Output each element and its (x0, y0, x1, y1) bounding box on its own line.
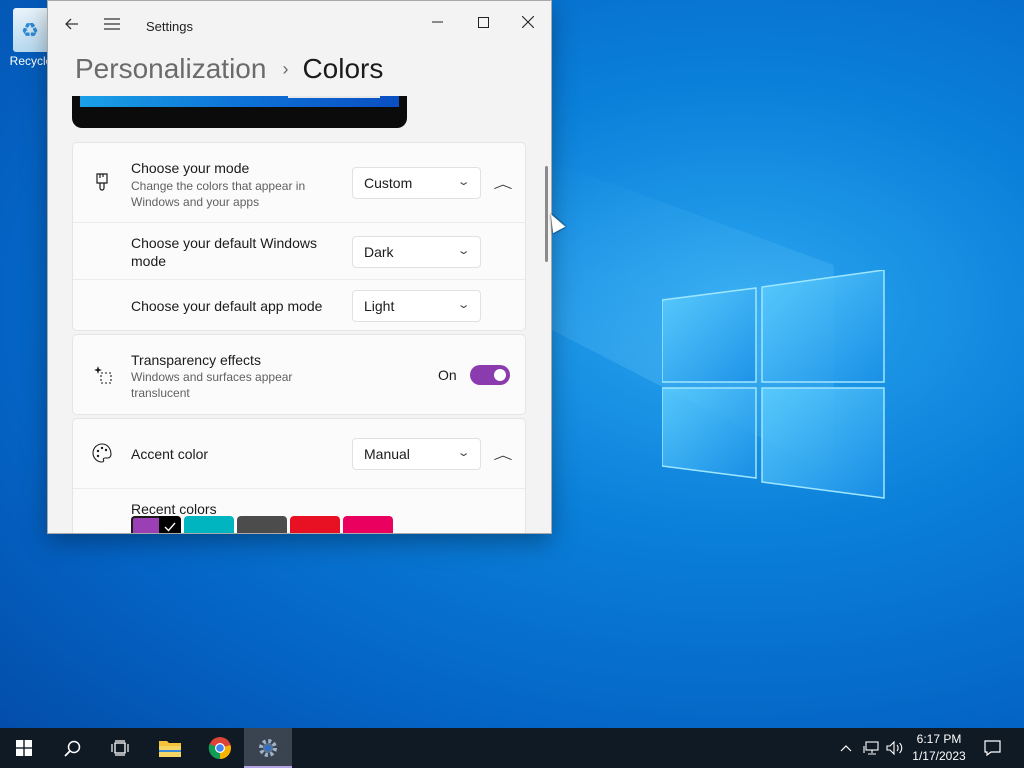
transparency-toggle[interactable] (470, 365, 510, 385)
settings-content: Choose your mode Change the colors that … (48, 96, 551, 533)
chevron-down-icon: ⌄ (456, 299, 471, 311)
clock-time: 6:17 PM (916, 732, 962, 746)
chevron-up-icon[interactable]: ︿ (484, 171, 522, 195)
recent-color-swatch[interactable] (343, 516, 393, 533)
choose-mode-row[interactable]: Choose your mode Change the colors that … (73, 143, 525, 223)
back-arrow-icon[interactable] (57, 9, 87, 39)
notifications-icon[interactable] (980, 728, 1004, 768)
gear-icon (259, 739, 277, 757)
paintbrush-icon (91, 172, 113, 194)
windows-logo-wallpaper (662, 270, 885, 499)
default-app-mode-row: Choose your default app mode Light ⌄ (73, 280, 525, 332)
close-icon (522, 16, 534, 28)
chevron-down-icon: ⌄ (456, 447, 471, 459)
hamburger-menu-icon[interactable] (97, 9, 127, 39)
accent-color-dropdown-value: Manual (364, 446, 410, 462)
app-title: Settings (146, 19, 193, 34)
mode-dropdown-value: Custom (364, 175, 413, 191)
checkmark-icon (159, 516, 181, 533)
default-windows-mode-label-1: Choose your default Windows (131, 235, 317, 251)
accent-color-card: Accent color Manual ⌄ ︿ Recent colors (72, 418, 526, 533)
transparency-sparkle-icon (91, 364, 113, 386)
chrome-button[interactable] (196, 728, 244, 768)
choose-mode-subtitle-1: Change the colors that appear in (131, 179, 306, 193)
chevron-down-icon: ⌄ (456, 245, 471, 257)
taskbar: 6:17 PM 1/17/2023 (0, 728, 1024, 768)
start-button[interactable] (0, 728, 48, 768)
search-icon (63, 740, 80, 757)
choose-mode-title: Choose your mode (131, 160, 250, 176)
accent-color-dropdown[interactable]: Manual ⌄ (352, 438, 481, 470)
choose-mode-subtitle-2: Windows and your apps (131, 195, 260, 209)
transparency-subtitle-1: Windows and surfaces appear (131, 370, 293, 384)
breadcrumb-chevron-icon: › (282, 58, 289, 79)
file-explorer-button[interactable] (146, 728, 194, 768)
taskbar-clock[interactable]: 6:17 PM 1/17/2023 (906, 731, 972, 765)
clock-date: 1/17/2023 (912, 749, 966, 763)
transparency-subtitle-2: translucent (131, 386, 190, 400)
transparency-state-label: On (438, 367, 457, 383)
default-app-mode-value: Light (364, 298, 395, 314)
minimize-button[interactable] (414, 7, 460, 37)
task-view-icon (111, 740, 129, 756)
divider (73, 488, 525, 489)
minimize-icon (431, 21, 443, 23)
recent-color-swatch[interactable] (131, 516, 181, 533)
toggle-knob (494, 369, 506, 381)
accent-color-row[interactable]: Accent color Manual ⌄ ︿ (73, 419, 525, 488)
transparency-card: Transparency effects Windows and surface… (72, 334, 526, 415)
settings-window: Settings Personalization › Colors Choose… (48, 1, 551, 533)
chevron-up-icon[interactable]: ︿ (484, 442, 522, 466)
task-view-button[interactable] (96, 728, 144, 768)
scrollbar-thumb[interactable] (545, 166, 548, 262)
page-title: Colors (302, 53, 384, 84)
title-bar: Settings (48, 1, 551, 45)
transparency-title: Transparency effects (131, 352, 261, 368)
accent-color-title: Accent color (131, 446, 209, 462)
chevron-down-icon: ⌄ (456, 176, 471, 188)
default-windows-mode-dropdown[interactable]: Dark ⌄ (352, 236, 481, 268)
tray-overflow-chevron-up-icon[interactable] (836, 728, 856, 768)
search-button[interactable] (48, 728, 96, 768)
breadcrumb-personalization[interactable]: Personalization (75, 53, 266, 85)
maximize-button[interactable] (460, 7, 506, 37)
recent-color-swatch[interactable] (184, 516, 234, 533)
network-icon[interactable] (860, 728, 882, 768)
chrome-icon (208, 737, 231, 760)
default-windows-mode-value: Dark (364, 244, 394, 260)
default-windows-mode-row: Choose your default Windows mode Dark ⌄ (73, 223, 525, 280)
maximize-icon (477, 16, 489, 28)
close-button[interactable] (505, 7, 551, 37)
palette-icon (91, 442, 113, 464)
choose-mode-card: Choose your mode Change the colors that … (72, 142, 526, 331)
recent-color-swatch[interactable] (290, 516, 340, 533)
default-app-mode-label: Choose your default app mode (131, 298, 323, 314)
mode-dropdown[interactable]: Custom ⌄ (352, 167, 481, 199)
theme-preview (72, 96, 407, 128)
volume-icon[interactable] (884, 728, 906, 768)
folder-icon (159, 741, 181, 757)
breadcrumb: Personalization › Colors (75, 47, 383, 91)
default-windows-mode-label-2: mode (131, 253, 167, 269)
default-app-mode-dropdown[interactable]: Light ⌄ (352, 290, 481, 322)
preview-highlight (288, 96, 380, 98)
recycle-bin-icon (13, 8, 49, 52)
recent-colors-swatches (131, 516, 401, 533)
settings-taskbar-button[interactable] (244, 728, 292, 768)
recent-color-swatch[interactable] (237, 516, 287, 533)
windows-start-icon (16, 740, 32, 756)
